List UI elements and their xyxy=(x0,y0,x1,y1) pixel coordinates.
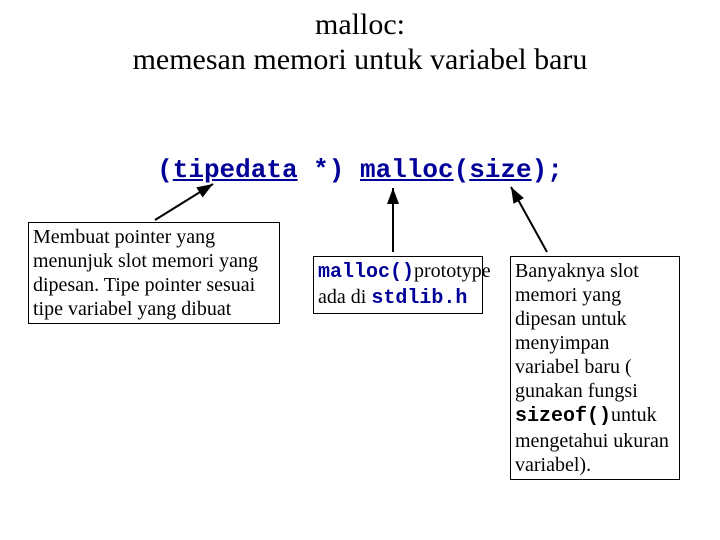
mid-stdlib: stdlib.h xyxy=(371,287,467,310)
arrow-right xyxy=(511,187,547,252)
left-box-text: Membuat pointer yang menunjuk slot memor… xyxy=(33,226,258,320)
code-paren-open: ( xyxy=(157,155,173,185)
title-line2: memesan memori untuk variabel baru xyxy=(133,43,588,76)
code-size: size xyxy=(469,155,531,185)
mid-malloc: malloc() xyxy=(318,261,414,284)
right-box: Banyaknya slot memori yang dipesan untuk… xyxy=(510,256,680,480)
right-t1: Banyaknya slot memori yang dipesan untuk… xyxy=(515,260,639,402)
code-open-paren: ( xyxy=(454,155,470,185)
title-line1: malloc: xyxy=(315,8,405,41)
mid-box: malloc()prototype ada di stdlib.h xyxy=(313,256,483,314)
code-cast-close: *) xyxy=(298,155,360,185)
code-close: ); xyxy=(532,155,563,185)
code-tipedata: tipedata xyxy=(173,155,298,185)
left-box: Membuat pointer yang menunjuk slot memor… xyxy=(28,222,280,324)
arrow-left xyxy=(155,184,213,220)
right-sizeof: sizeof() xyxy=(515,405,611,428)
slide-title: malloc: memesan memori untuk variabel ba… xyxy=(0,0,720,77)
code-malloc: malloc xyxy=(360,155,454,185)
code-signature: (tipedata *) malloc(size); xyxy=(0,155,720,185)
